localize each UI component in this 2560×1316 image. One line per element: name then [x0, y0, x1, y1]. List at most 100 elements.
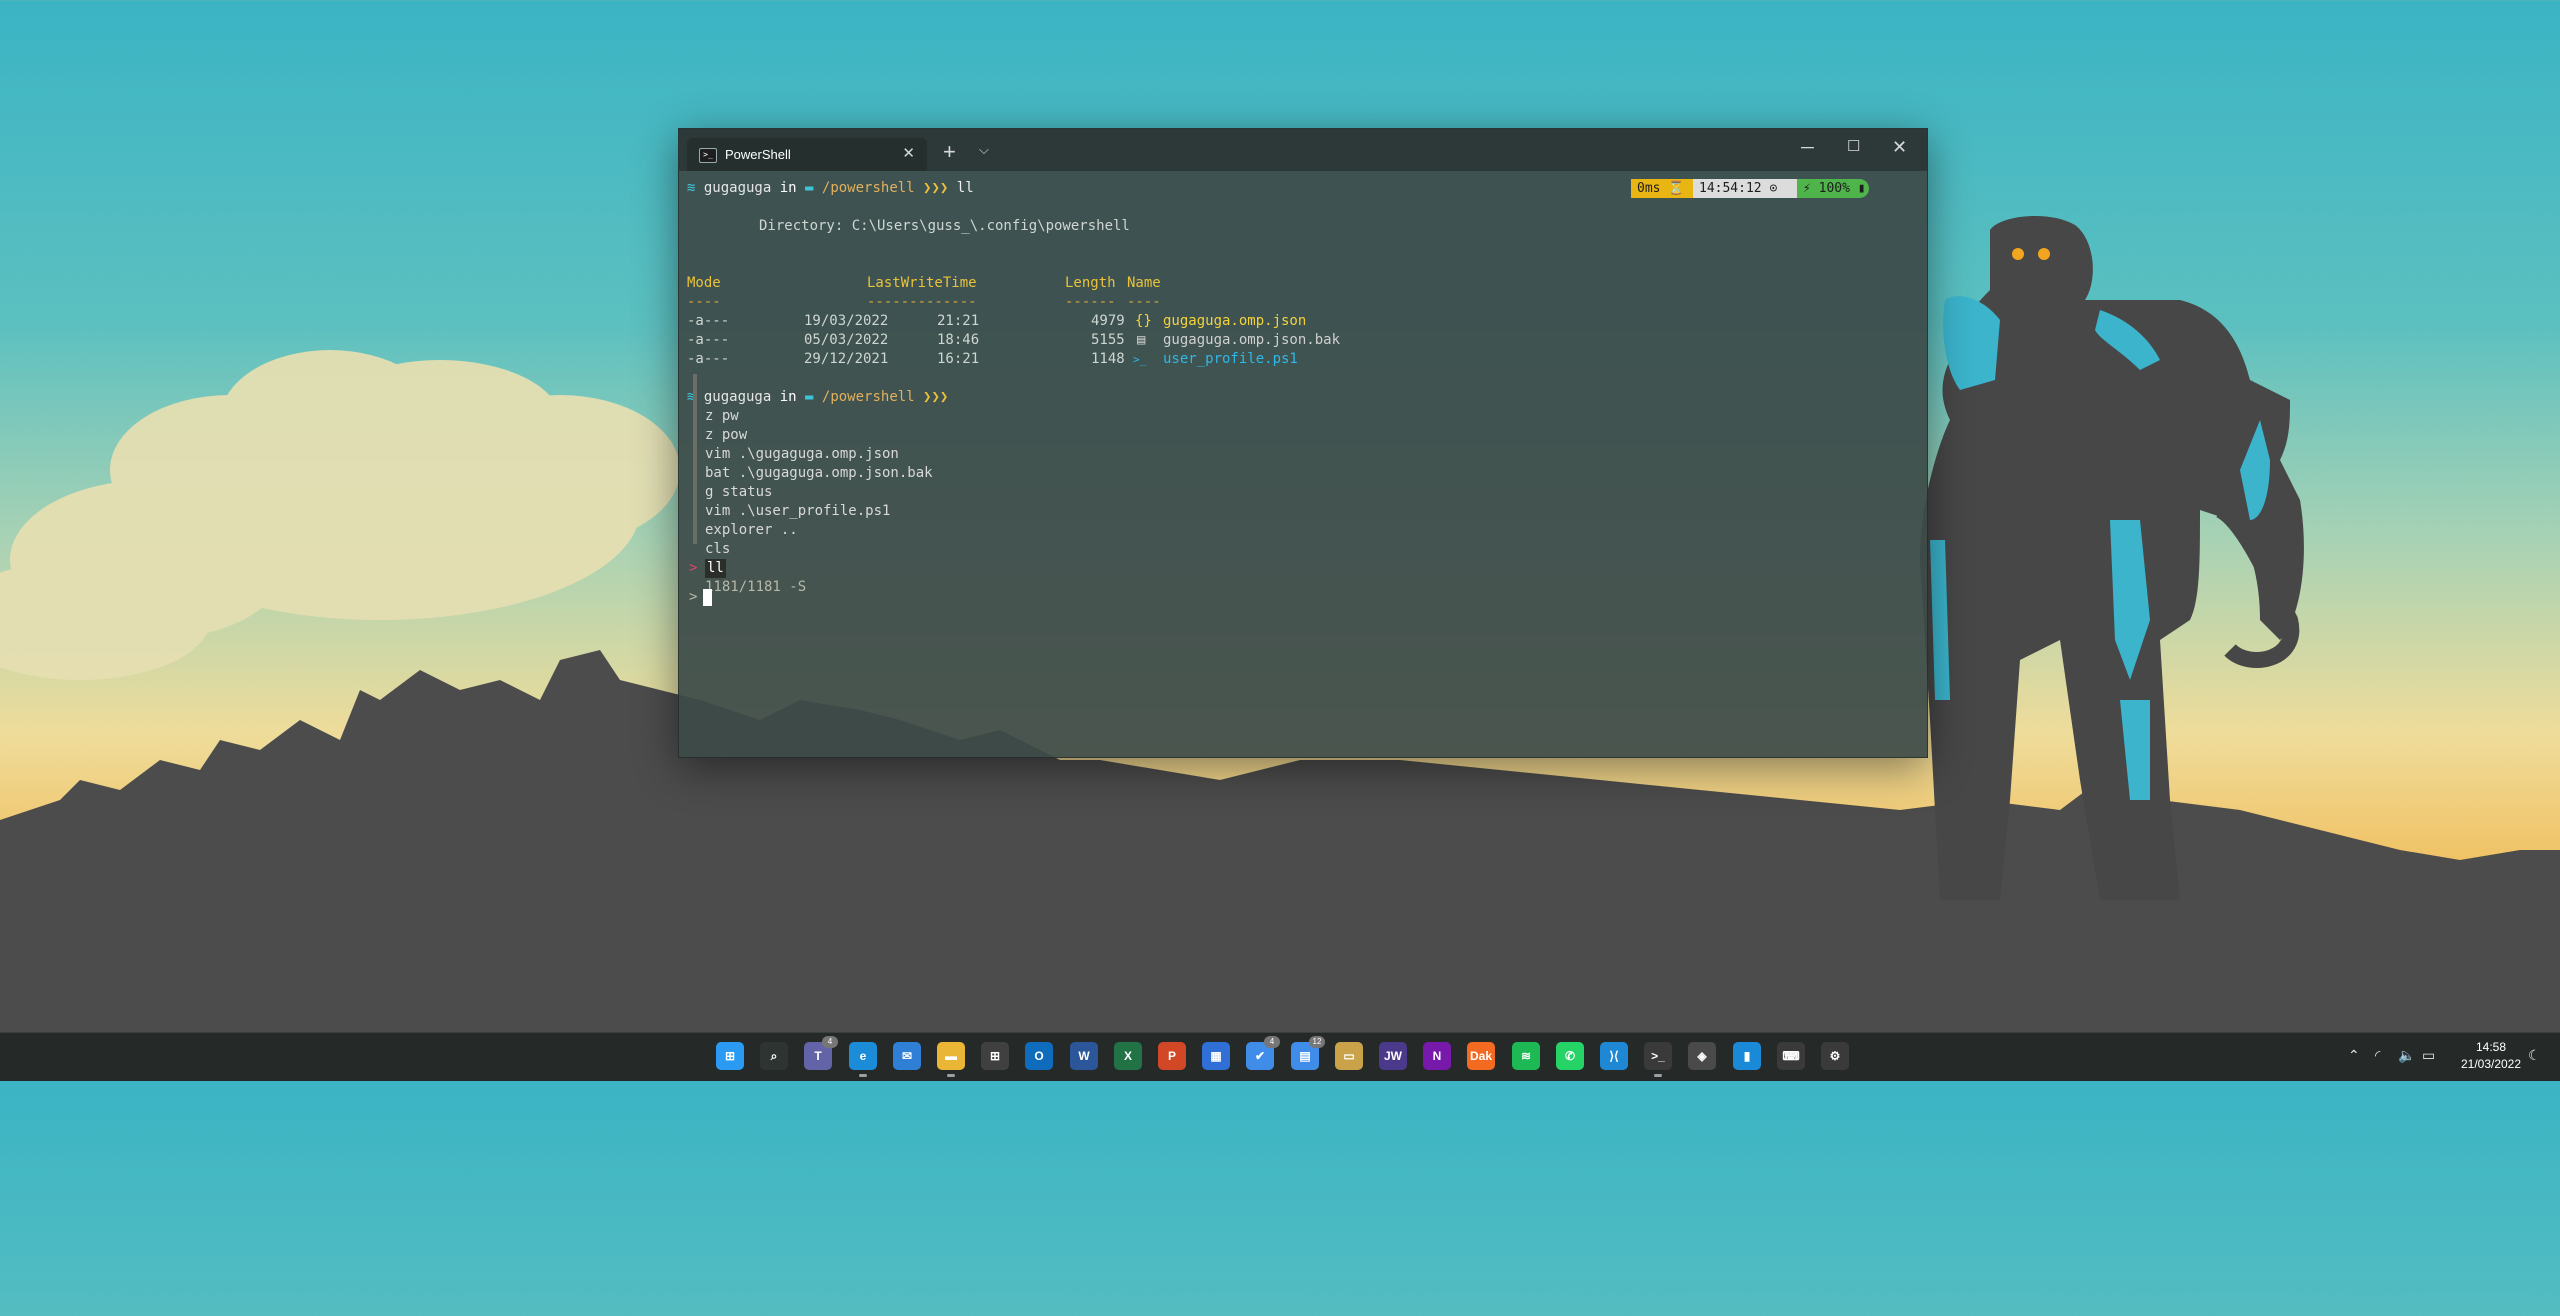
file-explorer-icon[interactable]: ▬ — [937, 1042, 965, 1077]
history-count: 1181/1181 -S — [705, 579, 807, 595]
history-item-selected[interactable]: ll — [705, 559, 726, 578]
history-item[interactable]: explorer .. — [705, 521, 798, 540]
title-bar[interactable]: >_ PowerShell ✕ + ⌵ ─ ☐ ✕ — [679, 129, 1927, 171]
prompt-status-segments: 0ms ⏳ 14:54:12 ⊙ ⚡ 100% ▮ — [1631, 179, 1869, 198]
file-row-length: 4979 — [1091, 313, 1125, 329]
prompt-arrows: ❯❯❯ — [923, 389, 949, 405]
wallpaper-clouds — [0, 350, 680, 680]
powershell-icon: >_ — [699, 148, 717, 163]
history-item[interactable]: vim .\gugaguga.omp.json — [705, 445, 899, 464]
app-blue-icon[interactable]: ▮ — [1733, 1042, 1761, 1070]
file-row-name[interactable]: user_profile.ps1 — [1163, 350, 1298, 369]
file-row-date: 05/03/2022 — [804, 332, 889, 348]
input-prompt: > — [689, 589, 698, 605]
text-cursor[interactable] — [703, 589, 712, 606]
terminal-content[interactable]: ≋ gugaguga in ▬ /powershell ❯❯❯ ll 0ms ⏳… — [687, 176, 1923, 746]
folder-icon: ▬ — [805, 180, 822, 196]
mail-icon[interactable]: ✉ — [893, 1042, 921, 1070]
word-icon[interactable]: W — [1070, 1042, 1098, 1070]
file-row-name[interactable]: gugaguga.omp.json.bak — [1163, 331, 1340, 350]
powershell-script-icon: >_ — [1133, 353, 1147, 366]
search-icon[interactable]: ⌕ — [760, 1042, 788, 1070]
outlook-icon[interactable]: O — [1025, 1042, 1053, 1070]
new-tab-icon[interactable]: + — [943, 139, 956, 165]
taskbar: ⊞ ⌕ T 4 e ✉ ▬ ⊞ O W X P ▦ ✔ 4 ▤ 12 ▭ JW N Dak ≋ ✆ ⟩⟨ >_ ◈ ▮ ⌨ ⚙ ⌃ ◜ … — [0, 1032, 2560, 1081]
prompt-arrows: ❯❯❯ — [923, 180, 949, 196]
wifi-icon[interactable]: ◜ — [2375, 1047, 2380, 1064]
chevron-up-icon[interactable]: ⌃ — [2348, 1047, 2360, 1064]
notification-badge: 4 — [822, 1036, 838, 1048]
running-indicator — [1654, 1074, 1662, 1077]
powerpoint-icon[interactable]: P — [1158, 1042, 1186, 1070]
system-clock[interactable]: 14:58 21/03/2022 — [2444, 1039, 2538, 1073]
maximize-button[interactable]: ☐ — [1847, 137, 1860, 155]
dak-icon[interactable]: Dak — [1467, 1042, 1495, 1070]
notes-icon[interactable]: ▤ 12 — [1291, 1036, 1325, 1070]
edge-icon[interactable]: e — [849, 1042, 877, 1077]
file-row-date: 29/12/2021 — [804, 351, 889, 367]
excel-icon[interactable]: X — [1114, 1042, 1142, 1070]
minimize-button[interactable]: ─ — [1801, 137, 1814, 158]
file-row-time: 16:21 — [937, 351, 980, 367]
store-icon[interactable]: ⊞ — [981, 1042, 1009, 1070]
whatsapp-icon[interactable]: ✆ — [1556, 1042, 1584, 1070]
tab-powershell[interactable]: >_ PowerShell ✕ — [687, 138, 927, 171]
tab-close-icon[interactable]: ✕ — [902, 144, 915, 162]
history-item[interactable]: g status — [705, 483, 772, 502]
history-item[interactable]: cls — [705, 540, 730, 559]
header-lastwrite: LastWriteTime — [867, 275, 977, 291]
close-button[interactable]: ✕ — [1892, 137, 1907, 158]
tab-title: PowerShell — [725, 147, 791, 162]
file-row-length: 1148 — [1091, 351, 1125, 367]
history-item[interactable]: z pow — [705, 426, 747, 445]
gamepad-icon[interactable]: ⌨ — [1777, 1042, 1805, 1070]
teams-icon[interactable]: T4 — [804, 1036, 838, 1070]
folder-icon[interactable]: ▭ — [1335, 1042, 1363, 1070]
davinci-icon[interactable]: ◈ — [1688, 1042, 1716, 1070]
clock-badge: 14:54:12 ⊙ — [1693, 179, 1797, 198]
header-length: Length — [1065, 275, 1116, 291]
json-file-icon: {} — [1135, 313, 1152, 329]
jw-icon[interactable]: JW — [1379, 1042, 1407, 1070]
start-icon[interactable]: ⊞ — [716, 1042, 744, 1070]
header-mode: Mode — [687, 275, 721, 291]
todo-icon[interactable]: ✔ 4 — [1246, 1036, 1280, 1070]
file-row-date: 19/03/2022 — [804, 313, 889, 329]
file-row-mode: -a--- — [687, 332, 730, 348]
running-indicator — [859, 1074, 867, 1077]
file-row-time: 21:21 — [937, 313, 980, 329]
volume-icon[interactable]: 🔈 — [2398, 1047, 2415, 1064]
history-scrollbar[interactable] — [693, 374, 697, 544]
dash-lastwrite: ------------- — [867, 294, 977, 310]
battery-icon[interactable]: ▭ — [2422, 1047, 2435, 1064]
history-item[interactable]: bat .\gugaguga.omp.json.bak — [705, 464, 933, 483]
vscode-icon[interactable]: ⟩⟨ — [1600, 1042, 1628, 1070]
file-icon: ▤ — [1137, 332, 1146, 348]
file-row-mode: -a--- — [687, 313, 730, 329]
running-indicator — [947, 1074, 955, 1077]
calendar-icon[interactable]: ▦ — [1202, 1042, 1230, 1070]
folder-icon: ▬ — [805, 389, 822, 405]
terminal-icon[interactable]: >_ — [1644, 1042, 1672, 1077]
notification-badge: 4 — [1264, 1036, 1280, 1048]
moon-icon[interactable]: ☾ — [2528, 1047, 2541, 1064]
prompt-user: gugaguga — [703, 389, 772, 405]
notification-badge: 12 — [1309, 1036, 1325, 1048]
dash-mode: ---- — [687, 294, 721, 310]
history-item[interactable]: z pw — [705, 407, 739, 426]
history-item[interactable]: vim .\user_profile.ps1 — [705, 502, 890, 521]
onenote-icon[interactable]: N — [1423, 1042, 1451, 1070]
terminal-window[interactable]: >_ PowerShell ✕ + ⌵ ─ ☐ ✕ ≋ gugaguga in … — [678, 128, 1928, 758]
prompt-line: ≋ gugaguga in ▬ /powershell ❯❯❯ ll — [687, 179, 974, 198]
directory-line: Directory: C:\Users\guss_\.config\powers… — [759, 218, 1130, 234]
spotify-icon[interactable]: ≋ — [1512, 1042, 1540, 1070]
settings-icon[interactable]: ⚙ — [1821, 1042, 1849, 1070]
chevron-down-icon[interactable]: ⌵ — [979, 142, 989, 158]
history-selected-marker: > — [689, 560, 698, 576]
dash-length: ------ — [1065, 294, 1116, 310]
prompt-user: gugaguga — [703, 180, 772, 196]
exec-time-badge: 0ms ⏳ — [1631, 179, 1693, 198]
file-row-mode: -a--- — [687, 351, 730, 367]
prompt-path: /powershell — [821, 180, 915, 196]
file-row-name[interactable]: gugaguga.omp.json — [1163, 312, 1306, 331]
